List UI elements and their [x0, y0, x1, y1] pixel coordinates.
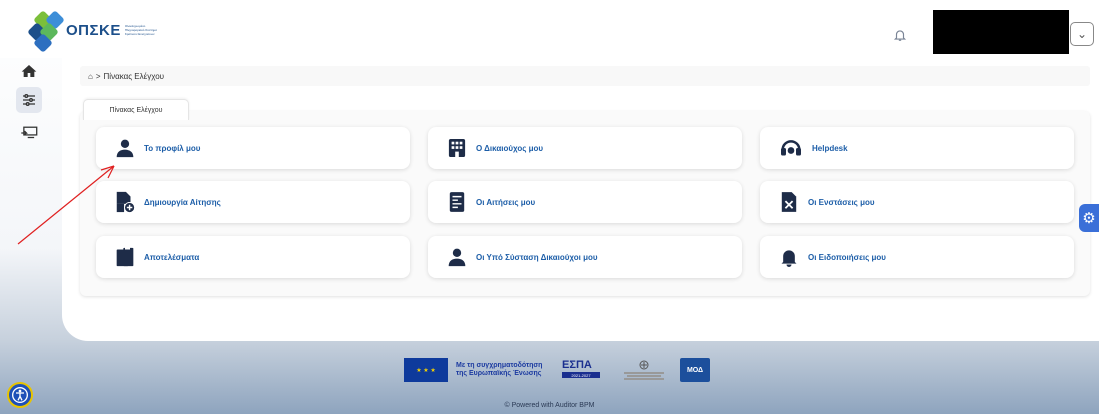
headset-icon [778, 137, 804, 159]
user-icon [446, 246, 468, 268]
espa-logo: ΕΣΠΑ 2021-2027 [550, 359, 602, 381]
greek-government-emblem-icon [616, 359, 672, 381]
card-label: Οι Αιτήσεις μου [476, 197, 536, 207]
eu-text-line2: της Ευρωπαϊκής Ένωσης [456, 370, 542, 377]
eu-flag-icon: ★ ★ ★ [404, 358, 448, 382]
card-my-applications[interactable]: Οι Αιτήσεις μου [428, 181, 742, 223]
espa-title: ΕΣΠΑ [562, 359, 592, 371]
bell-icon [778, 246, 800, 268]
card-label: Helpdesk [812, 143, 848, 153]
card-label: Οι Υπό Σύσταση Δικαιούχοι μου [476, 252, 598, 262]
card-label: Οι Ειδοποιήσεις μου [808, 252, 886, 262]
document-list-icon [446, 191, 468, 213]
file-x-icon [778, 191, 800, 213]
card-pending-beneficiaries[interactable]: Οι Υπό Σύσταση Δικαιούχοι μου [428, 236, 742, 278]
eu-text-line1: Με τη συγχρηματοδότηση [456, 362, 543, 369]
card-my-notifications[interactable]: Οι Ειδοποιήσεις μου [760, 236, 1074, 278]
accessibility-icon [12, 387, 28, 403]
card-my-beneficiary[interactable]: Ο Δικαιούχος μου [428, 127, 742, 169]
gear-icon: ⚙ [1082, 210, 1096, 227]
eu-cofunding-text: Με τη συγχρηματοδότηση της Ευρωπαϊκής Έν… [456, 362, 544, 378]
chevron-down-icon: ⌄ [1076, 27, 1088, 41]
card-helpdesk[interactable]: Helpdesk [760, 127, 1074, 169]
settings-tab[interactable]: ⚙ [1079, 204, 1099, 232]
bell-icon[interactable] [893, 28, 907, 42]
annotation-arrow [17, 165, 115, 245]
user-dropdown-button[interactable]: ⌄ [1070, 22, 1094, 46]
moa-logo: ΜΟΔ [680, 358, 710, 382]
powered-by-text: © Powered with Auditor BPM [504, 402, 595, 409]
card-label: Οι Ενστάσεις μου [808, 197, 875, 207]
espa-years: 2021-2027 [562, 372, 600, 378]
accessibility-button[interactable] [7, 382, 33, 408]
dashboard-panel: Το προφίλ μου Ο Δικαιούχος μου Helpdesk … [80, 111, 1090, 296]
card-label: Ο Δικαιούχος μου [476, 143, 544, 153]
breadcrumb: ⌂ > Πίνακας Ελέγχου [80, 66, 1090, 86]
building-icon [446, 137, 468, 159]
card-my-objections[interactable]: Οι Ενστάσεις μου [760, 181, 1074, 223]
user-menu[interactable] [933, 10, 1069, 54]
funding-logos: ★ ★ ★ Με τη συγχρηματοδότηση της Ευρωπαϊ… [404, 357, 752, 383]
